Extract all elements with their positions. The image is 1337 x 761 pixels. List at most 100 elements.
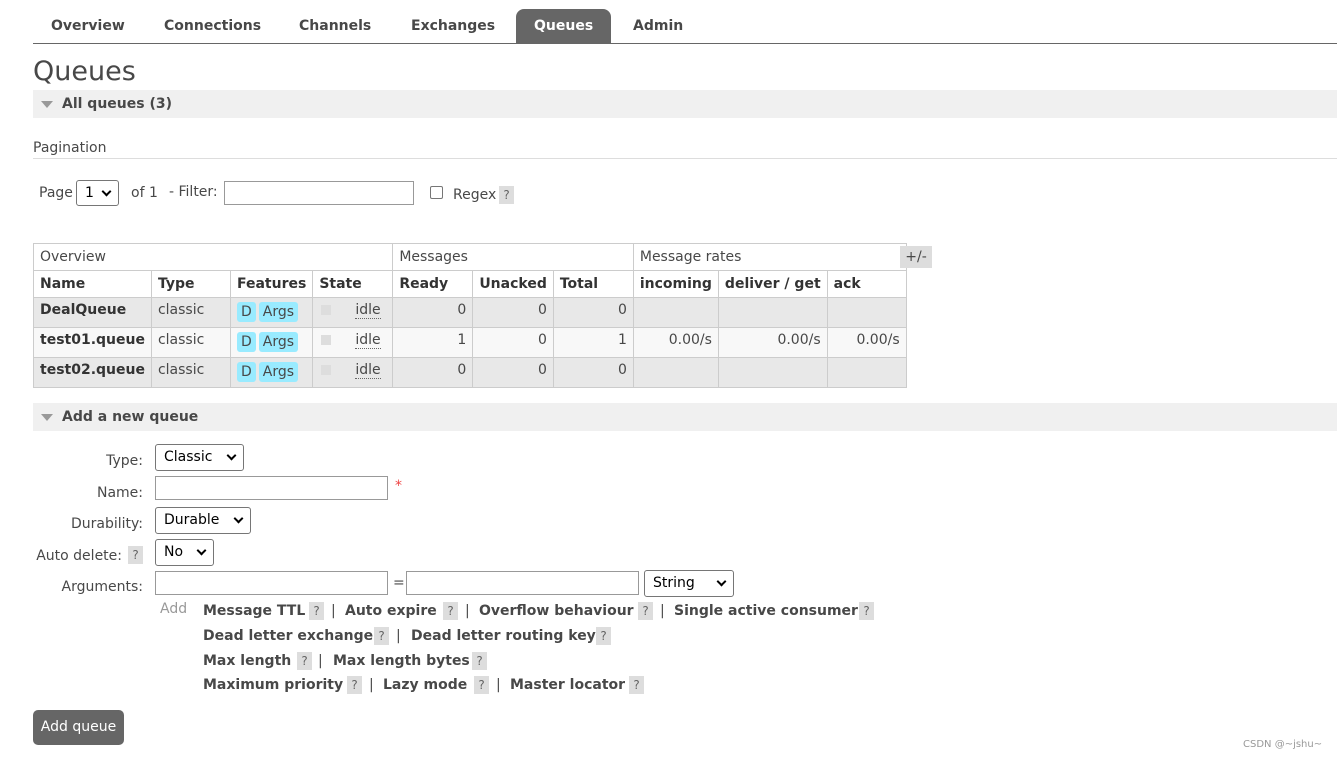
add-queue-section-toggle[interactable]: Add a new queue: [33, 403, 1337, 431]
column-header[interactable]: Total: [552, 270, 634, 298]
ack-rate: 0.00/s: [826, 327, 907, 358]
tab-queues[interactable]: Queues: [516, 9, 612, 44]
type-label: Type:: [106, 453, 143, 469]
argument-type-select[interactable]: String: [644, 570, 734, 597]
ready-count: 1: [392, 327, 474, 358]
column-header[interactable]: deliver / get: [717, 270, 828, 298]
columns-toggle-button[interactable]: +/-: [900, 246, 932, 268]
column-header[interactable]: incoming: [632, 270, 719, 298]
arg-link-max-length[interactable]: Max length: [203, 653, 291, 669]
column-header[interactable]: Name: [33, 270, 152, 298]
state-label: idle: [355, 332, 381, 349]
table-row: test02.queue classic D Args idle 0 0 0: [33, 357, 907, 388]
separator: |: [369, 677, 374, 693]
tab-exchanges[interactable]: Exchanges: [393, 9, 513, 44]
argument-equals-sign: =: [393, 575, 405, 591]
arg-link-single-active-consumer[interactable]: Single active consumer: [674, 603, 858, 619]
feature-badge-durable: D: [236, 332, 256, 352]
filter-input[interactable]: [224, 181, 414, 205]
chevron-down-icon: [716, 576, 727, 587]
help-button[interactable]: ?: [859, 602, 874, 620]
queue-name-link[interactable]: DealQueue: [33, 297, 152, 328]
group-header-messages: Messages: [392, 243, 634, 271]
auto-delete-select[interactable]: No: [155, 539, 214, 566]
durability-select[interactable]: Durable: [155, 507, 251, 534]
help-button[interactable]: ?: [374, 627, 389, 645]
state-indicator-icon: [321, 305, 332, 315]
arg-link-dead-letter-exchange[interactable]: Dead letter exchange: [203, 628, 373, 644]
incoming-rate: 0.00/s: [632, 327, 719, 358]
help-button[interactable]: ?: [638, 602, 653, 620]
tab-channels[interactable]: Channels: [281, 9, 389, 44]
column-header[interactable]: ack: [826, 270, 907, 298]
column-header[interactable]: Type: [150, 270, 231, 298]
arg-link-maximum-priority[interactable]: Maximum priority: [203, 677, 343, 693]
queue-name-input[interactable]: [155, 476, 388, 500]
collapse-triangle-icon: [41, 414, 53, 421]
filter-label: - Filter:: [169, 184, 218, 200]
help-button[interactable]: ?: [297, 652, 312, 670]
help-button[interactable]: ?: [443, 602, 458, 620]
help-button[interactable]: ?: [474, 676, 489, 694]
argument-type-value: String: [653, 575, 695, 591]
arg-link-master-locator[interactable]: Master locator: [510, 677, 625, 693]
deliver-rate: [717, 357, 828, 388]
column-header[interactable]: Features: [229, 270, 314, 298]
incoming-rate: [632, 297, 719, 328]
regex-label: Regex: [453, 187, 497, 203]
help-button[interactable]: ?: [629, 676, 644, 694]
queue-features: D Args: [229, 357, 314, 388]
help-button[interactable]: ?: [347, 676, 362, 694]
regex-checkbox[interactable]: [430, 186, 443, 199]
tab-admin[interactable]: Admin: [615, 9, 701, 44]
page-select[interactable]: 1: [76, 180, 119, 206]
regex-help-button[interactable]: ?: [499, 186, 514, 204]
queue-type-select[interactable]: Classic: [155, 444, 244, 471]
tab-overview[interactable]: Overview: [33, 9, 143, 44]
page-select-value: 1: [85, 185, 94, 201]
help-button[interactable]: ?: [309, 602, 324, 620]
separator: |: [660, 603, 665, 619]
unacked-count: 0: [472, 357, 554, 388]
column-header[interactable]: State: [312, 270, 394, 298]
collapse-triangle-icon: [41, 101, 53, 108]
add-arguments-label: Add: [160, 601, 188, 617]
state-label: idle: [355, 362, 381, 379]
durability-value: Durable: [164, 512, 220, 528]
auto-delete-value: No: [164, 544, 184, 560]
arg-link-auto-expire[interactable]: Auto expire: [345, 603, 437, 619]
add-queue-button[interactable]: Add queue: [33, 710, 124, 745]
queue-name-link[interactable]: test01.queue: [33, 327, 152, 358]
queue-type: classic: [150, 357, 231, 388]
total-count: 0: [552, 297, 634, 328]
feature-badge-args: Args: [258, 332, 299, 352]
arg-link-lazy-mode[interactable]: Lazy mode: [383, 677, 467, 693]
arg-link-max-length-bytes[interactable]: Max length bytes: [333, 653, 470, 669]
incoming-rate: [632, 357, 719, 388]
feature-badge-args: Args: [258, 362, 299, 382]
column-header[interactable]: Unacked: [472, 270, 554, 298]
arguments-label: Arguments:: [61, 579, 143, 595]
queue-name-link[interactable]: test02.queue: [33, 357, 152, 388]
arg-link-overflow-behaviour[interactable]: Overflow behaviour: [479, 603, 634, 619]
separator: |: [396, 628, 401, 644]
column-header[interactable]: Ready: [392, 270, 474, 298]
pagination-title: Pagination: [33, 140, 107, 156]
help-button[interactable]: ?: [596, 627, 611, 645]
queues-table: Overview Messages Message rates Name Typ…: [32, 243, 907, 388]
deliver-rate: [717, 297, 828, 328]
help-button[interactable]: ?: [472, 652, 487, 670]
chevron-down-icon: [196, 545, 207, 556]
argument-key-input[interactable]: [155, 571, 388, 595]
all-queues-section-toggle[interactable]: All queues (3): [33, 90, 1337, 118]
tab-connections[interactable]: Connections: [146, 9, 279, 44]
arg-link-dead-letter-routing-key[interactable]: Dead letter routing key: [411, 628, 596, 644]
queue-type: classic: [150, 297, 231, 328]
auto-delete-label: Auto delete:: [36, 548, 122, 564]
chevron-down-icon: [233, 513, 244, 524]
argument-value-input[interactable]: [406, 571, 639, 595]
state-label: idle: [355, 302, 381, 319]
arg-link-message-ttl[interactable]: Message TTL: [203, 603, 305, 619]
auto-delete-help-button[interactable]: ?: [128, 546, 143, 564]
queue-type-value: Classic: [164, 449, 213, 465]
